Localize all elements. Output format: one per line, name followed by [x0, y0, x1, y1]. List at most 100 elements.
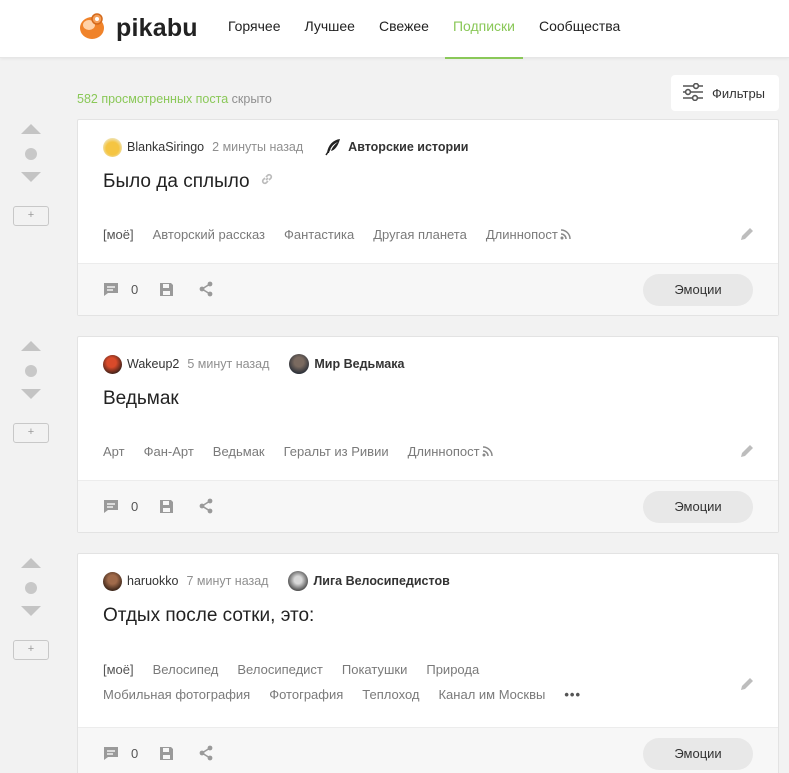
top-header: pikabu Горячее Лучшее Свежее Подписки Со…: [0, 0, 789, 59]
post-card-1: BlankaSiringo 2 минуты назад Авторские и…: [77, 119, 779, 316]
upvote-icon[interactable]: [21, 341, 41, 351]
nav-subscriptions[interactable]: Подписки: [444, 0, 524, 59]
rss-icon: [560, 229, 571, 240]
tag-item[interactable]: Канал им Москвы: [438, 687, 545, 702]
comments-button[interactable]: 0: [103, 282, 138, 297]
save-icon[interactable]: [159, 499, 174, 519]
community-avatar[interactable]: [288, 571, 309, 591]
rating-dot: [25, 582, 37, 594]
share-icon[interactable]: [198, 498, 214, 519]
nav-best[interactable]: Лучшее: [305, 0, 355, 58]
share-icon[interactable]: [198, 745, 214, 766]
post-card-3: haruokko 7 минут назад Лига Велосипедист…: [77, 553, 779, 773]
save-icon[interactable]: [159, 746, 174, 766]
more-tags-icon[interactable]: •••: [564, 687, 581, 702]
tag-item[interactable]: Арт: [103, 444, 125, 459]
emotions-button[interactable]: Эмоции: [643, 738, 753, 770]
post-title[interactable]: Отдых после сотки, это:: [103, 605, 314, 627]
filters-icon: [682, 82, 704, 104]
community-name[interactable]: Мир Ведьмака: [314, 357, 404, 371]
tag-item[interactable]: Велосипедист: [237, 662, 322, 677]
post-time: 2 минуты назад: [212, 140, 304, 154]
downvote-icon[interactable]: [21, 172, 41, 182]
tag-item[interactable]: Ведьмак: [213, 444, 265, 459]
rss-icon: [482, 446, 493, 457]
author-avatar[interactable]: [103, 137, 122, 157]
tag-item[interactable]: Фантастика: [284, 227, 354, 242]
tag-item[interactable]: Другая планета: [373, 227, 467, 242]
nav-hot[interactable]: Горячее: [228, 0, 281, 58]
viewed-suffix: скрыто: [228, 92, 272, 106]
emotions-button[interactable]: Эмоции: [643, 491, 753, 523]
tag-item[interactable]: Природа: [426, 662, 479, 677]
author-name[interactable]: BlankaSiringo: [127, 140, 204, 154]
tag-longpost-label: Длиннопост: [485, 227, 558, 242]
post-title-text: Ведьмак: [103, 388, 179, 409]
tag-item[interactable]: Покатушки: [342, 662, 407, 677]
pikabu-logo-icon: [78, 11, 108, 46]
author-avatar[interactable]: [103, 354, 122, 374]
tag-item[interactable]: [моё]: [103, 662, 134, 677]
save-plus-button[interactable]: +: [13, 423, 49, 443]
community-name[interactable]: Авторские истории: [348, 140, 468, 154]
post-title-text: Отдых после сотки, это:: [103, 605, 315, 626]
tag-longpost[interactable]: Длиннопост: [408, 444, 493, 459]
post-3-vote: +: [12, 554, 50, 660]
tag-longpost-label: Длиннопост: [407, 444, 480, 459]
tag-longpost[interactable]: Длиннопост: [486, 227, 571, 242]
viewed-count-link[interactable]: 582 просмотренных поста: [77, 92, 228, 106]
save-plus-button[interactable]: +: [13, 206, 49, 226]
upvote-icon[interactable]: [21, 124, 41, 134]
post-tags: [моё] Велосипед Велосипедист Покатушки П…: [103, 662, 658, 702]
comments-button[interactable]: 0: [103, 746, 138, 761]
emotions-button[interactable]: Эмоции: [643, 274, 753, 306]
nav-new[interactable]: Свежее: [379, 0, 429, 58]
logo-text: pikabu: [116, 14, 198, 42]
save-icon[interactable]: [159, 282, 174, 302]
tag-item[interactable]: Авторский рассказ: [153, 227, 265, 242]
comment-icon: [104, 283, 118, 296]
comments-button[interactable]: 0: [103, 499, 138, 514]
author-name[interactable]: haruokko: [127, 574, 178, 588]
edit-pencil-icon[interactable]: [740, 444, 754, 463]
share-icon[interactable]: [198, 281, 214, 302]
post-footer: 0 Эмоции: [78, 480, 778, 532]
post-time: 5 минут назад: [187, 357, 270, 371]
post-card-2: Wakeup2 5 минут назад Мир Ведьмака Ведьм…: [77, 336, 779, 533]
tag-item[interactable]: Мобильная фотография: [103, 687, 250, 702]
rating-dot: [25, 365, 37, 377]
upvote-icon[interactable]: [21, 558, 41, 568]
post-tags: [моё] Авторский рассказ Фантастика Друга…: [103, 227, 718, 242]
author-avatar[interactable]: [103, 571, 122, 591]
feather-icon[interactable]: [323, 137, 343, 157]
tag-item[interactable]: Геральт из Ривии: [284, 444, 389, 459]
tag-item[interactable]: Фан-Арт: [144, 444, 194, 459]
filters-label: Фильтры: [712, 85, 766, 101]
comments-count: 0: [131, 499, 139, 514]
save-plus-button[interactable]: +: [13, 640, 49, 660]
nav-communities[interactable]: Сообщества: [539, 0, 620, 58]
tag-item[interactable]: Фотография: [269, 687, 343, 702]
main-nav: Горячее Лучшее Свежее Подписки Сообществ…: [228, 0, 644, 59]
comment-icon: [104, 747, 118, 760]
edit-pencil-icon[interactable]: [740, 227, 754, 246]
tag-item[interactable]: [моё]: [103, 227, 134, 242]
tag-item[interactable]: Велосипед: [153, 662, 219, 677]
post-title-text: Было да сплыло: [103, 171, 250, 192]
filters-button[interactable]: Фильтры: [671, 75, 779, 111]
pikabu-logo[interactable]: pikabu: [78, 11, 198, 46]
community-avatar[interactable]: [289, 354, 310, 374]
downvote-icon[interactable]: [21, 606, 41, 616]
edit-pencil-icon[interactable]: [740, 677, 754, 696]
link-icon[interactable]: [259, 171, 275, 193]
tag-item[interactable]: Теплоход: [362, 687, 419, 702]
comment-icon: [104, 500, 118, 513]
post-title[interactable]: Ведьмак: [103, 388, 179, 410]
post-tags: Арт Фан-Арт Ведьмак Геральт из Ривии Дли…: [103, 444, 718, 459]
author-name[interactable]: Wakeup2: [127, 357, 179, 371]
post-1-vote: +: [12, 120, 50, 226]
community-name[interactable]: Лига Велосипедистов: [313, 574, 449, 588]
downvote-icon[interactable]: [21, 389, 41, 399]
viewed-posts-info: 582 просмотренных поста скрыто: [77, 92, 272, 106]
post-title[interactable]: Было да сплыло: [103, 171, 275, 193]
